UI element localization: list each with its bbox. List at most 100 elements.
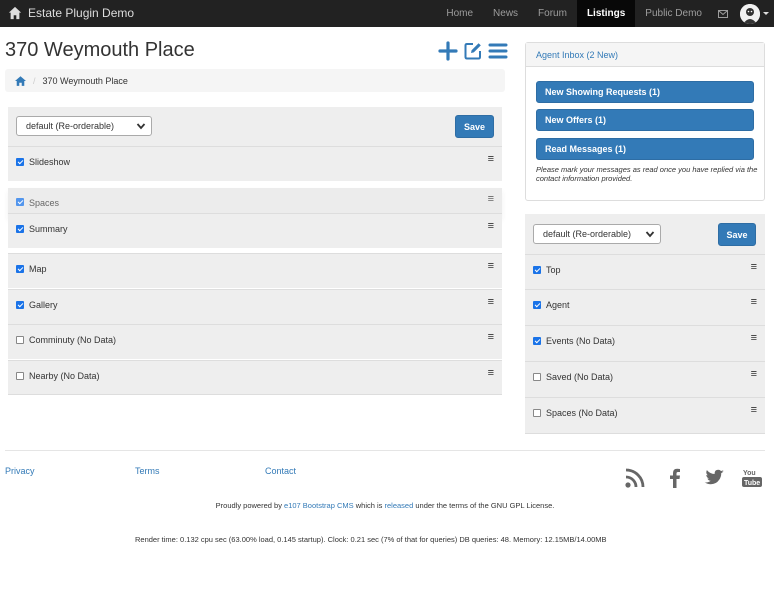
nav-item-listings[interactable]: Listings (576, 0, 636, 27)
checkbox[interactable] (16, 198, 24, 206)
drag-handle-icon[interactable]: ≡ (751, 332, 757, 344)
terms-link[interactable]: Terms (135, 466, 160, 476)
side-item-label: Top (546, 265, 561, 275)
breadcrumb-current: 370 Weymouth Place (42, 75, 128, 86)
svg-text:You: You (743, 470, 756, 477)
new-offers-button[interactable]: New Offers (1) (536, 109, 754, 131)
section-item-label: Comminuty (No Data) (29, 335, 117, 345)
checkbox[interactable] (16, 225, 24, 233)
checkbox[interactable] (16, 372, 24, 380)
footer-divider (5, 450, 765, 451)
side-item-saved[interactable]: Saved (No Data) ≡ (525, 361, 765, 397)
checkbox[interactable] (16, 158, 24, 166)
save-button[interactable]: Save (455, 115, 494, 138)
edit-icon[interactable] (463, 41, 483, 61)
nav-item-forum[interactable]: Forum (528, 0, 577, 27)
drag-handle-icon[interactable]: ≡ (488, 367, 494, 379)
inbox-note: Please mark your messages as read once y… (536, 165, 758, 183)
section-item-nearby[interactable]: Nearby (No Data) ≡ (8, 360, 502, 395)
side-layout-select-value: default (Re-orderable) (543, 229, 632, 239)
drag-handle-icon[interactable]: ≡ (488, 331, 494, 343)
cms-link[interactable]: e107 Bootstrap CMS (284, 501, 354, 510)
section-item-label: Slideshow (29, 157, 71, 167)
agent-inbox-panel: Agent Inbox (2 New) New Showing Requests… (525, 42, 765, 201)
drag-handle-icon[interactable]: ≡ (751, 296, 757, 308)
youtube-icon[interactable]: You Tube (741, 467, 763, 492)
user-menu[interactable] (734, 0, 774, 27)
section-item-label: Gallery (29, 300, 58, 310)
drag-handle-icon[interactable]: ≡ (751, 261, 757, 273)
checkbox[interactable] (533, 266, 541, 274)
breadcrumb-separator: / (33, 75, 36, 86)
side-item-agent[interactable]: Agent ≡ (525, 289, 765, 325)
render-stats: Render time: 0.132 cpu sec (63.00% load,… (135, 535, 607, 544)
section-item-label: Nearby (No Data) (29, 371, 100, 381)
checkbox[interactable] (533, 301, 541, 309)
plus-icon[interactable] (438, 41, 458, 61)
side-item-label: Events (No Data) (546, 336, 616, 346)
home-icon (8, 6, 22, 20)
powered-suffix: under the terms of the GNU GPL License. (413, 501, 555, 510)
powered-by-text: Proudly powered by e107 Bootstrap CMS wh… (0, 501, 770, 510)
caret-down-icon (762, 12, 769, 15)
side-item-spaces[interactable]: Spaces (No Data) ≡ (525, 397, 765, 434)
side-layout-select[interactable]: default (Re-orderable) (533, 224, 661, 244)
section-item-label: Map (29, 264, 47, 274)
side-item-label: Spaces (No Data) (546, 408, 618, 418)
menu-icon[interactable] (488, 41, 508, 61)
nav-item-home[interactable]: Home (436, 0, 483, 27)
drag-handle-icon[interactable]: ≡ (488, 153, 494, 165)
inbox-header[interactable]: Agent Inbox (2 New) (526, 43, 764, 67)
checkbox[interactable] (16, 265, 24, 273)
section-item-label: Summary (29, 224, 68, 234)
drag-handle-icon[interactable]: ≡ (751, 404, 757, 416)
nav-item-public-demo[interactable]: Public Demo (635, 0, 712, 27)
checkbox[interactable] (533, 373, 541, 381)
layout-select[interactable]: default (Re-orderable) (16, 116, 152, 136)
section-item-summary[interactable]: Summary ≡ (8, 213, 502, 248)
checkbox[interactable] (533, 337, 541, 345)
side-item-label: Agent (546, 300, 570, 310)
rss-icon[interactable] (624, 467, 646, 492)
drag-handle-icon[interactable]: ≡ (488, 296, 494, 308)
breadcrumb: / 370 Weymouth Place (5, 69, 505, 92)
envelope-icon (718, 9, 728, 18)
avatar (739, 3, 760, 24)
checkbox[interactable] (16, 336, 24, 344)
twitter-icon[interactable] (703, 467, 725, 492)
drag-handle-icon[interactable]: ≡ (751, 368, 757, 380)
drag-handle-icon[interactable]: ≡ (488, 260, 494, 272)
section-item-map[interactable]: Map ≡ (8, 253, 502, 288)
drag-handle-icon[interactable]: ≡ (488, 220, 494, 232)
drag-handle-icon[interactable]: ≡ (488, 193, 494, 205)
top-navbar: Estate Plugin Demo Home News Forum Listi… (0, 0, 774, 27)
svg-text:Tube: Tube (744, 480, 760, 487)
new-showing-requests-button[interactable]: New Showing Requests (1) (536, 81, 754, 103)
brand-title: Estate Plugin Demo (28, 6, 135, 20)
released-link[interactable]: released (385, 501, 414, 510)
section-item-gallery[interactable]: Gallery ≡ (8, 289, 502, 324)
side-item-events[interactable]: Events (No Data) ≡ (525, 325, 765, 361)
home-icon[interactable] (15, 75, 26, 86)
chevron-down-icon (136, 123, 146, 130)
layout-select-value: default (Re-orderable) (26, 121, 115, 131)
page-title: 370 Weymouth Place (5, 39, 195, 61)
chevron-down-icon (645, 231, 655, 238)
section-item-community[interactable]: Comminuty (No Data) ≡ (8, 324, 502, 359)
powered-prefix: Proudly powered by (215, 501, 285, 510)
section-item-slideshow[interactable]: Slideshow ≡ (8, 146, 502, 181)
facebook-icon[interactable] (664, 467, 686, 492)
side-item-label: Saved (No Data) (546, 372, 614, 382)
mail-button[interactable] (712, 0, 734, 27)
checkbox[interactable] (16, 301, 24, 309)
side-item-top[interactable]: Top ≡ (525, 254, 765, 290)
powered-middle: which is (353, 501, 385, 510)
nav-item-news[interactable]: News (483, 0, 528, 27)
privacy-link[interactable]: Privacy (5, 466, 35, 476)
side-save-button[interactable]: Save (718, 223, 756, 246)
contact-link[interactable]: Contact (265, 466, 296, 476)
read-messages-button[interactable]: Read Messages (1) (536, 138, 754, 160)
checkbox[interactable] (533, 409, 541, 417)
brand-link[interactable]: Estate Plugin Demo (8, 3, 134, 23)
section-item-label: Spaces (29, 198, 60, 208)
